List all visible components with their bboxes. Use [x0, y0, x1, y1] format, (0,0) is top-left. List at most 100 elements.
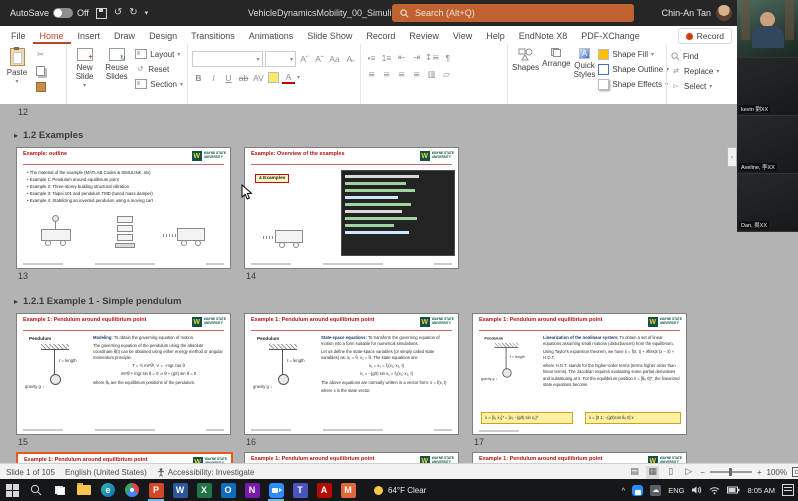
tab-home[interactable]: Home [33, 28, 71, 44]
slide-thumbnail-14[interactable]: Example: Overview of the examples W WAYN… [244, 147, 459, 269]
autosave-toggle[interactable]: AutoSave Off [10, 8, 89, 18]
save-icon[interactable] [96, 8, 107, 19]
align-center-icon[interactable]: ≡ [380, 68, 393, 81]
find-button[interactable]: Find [671, 50, 737, 62]
new-slide-button[interactable]: New Slide ▾ [71, 48, 98, 90]
font-color-dropdown-icon[interactable]: ▾ [297, 74, 300, 81]
text-highlight-icon[interactable] [267, 71, 280, 84]
excel-icon[interactable]: X [192, 479, 216, 501]
tab-pdf-xchange[interactable]: PDF-XChange [574, 28, 647, 44]
slide-thumbnail-19[interactable]: Example 1: Pendulum around equilibrium p… [244, 452, 459, 463]
decrease-font-size-icon[interactable]: Aˇ [313, 53, 326, 66]
start-button[interactable] [0, 479, 24, 501]
matlab-icon[interactable]: M [336, 479, 360, 501]
slide-thumbnail-13[interactable]: Example: outline W WAYNE STATEUNIVERSITY… [16, 147, 231, 269]
tab-record[interactable]: Record [359, 28, 402, 44]
taskbar-search-button[interactable] [24, 479, 48, 501]
layout-button[interactable]: Layout▾ [135, 48, 183, 60]
slide-thumbnail-17[interactable]: Example 1: Pendulum around equilibrium p… [472, 313, 687, 435]
columns-icon[interactable]: ▥ [425, 68, 438, 81]
replace-button[interactable]: ⇄ Replace▾ [671, 65, 737, 77]
select-button[interactable]: ▻ Select▾ [671, 80, 737, 92]
italic-icon[interactable]: I [207, 71, 220, 84]
section-collapse-icon[interactable]: ▸ [14, 131, 18, 140]
input-language[interactable]: ENG [668, 486, 684, 495]
file-explorer-icon[interactable] [72, 479, 96, 501]
slide-thumbnail-18[interactable]: Example 1: Pendulum around equilibrium p… [16, 452, 233, 463]
character-spacing-icon[interactable]: AV [252, 71, 265, 84]
increase-font-size-icon[interactable]: Aˆ [298, 53, 311, 66]
slideshow-view-button[interactable]: ▷ [682, 466, 695, 479]
tab-transitions[interactable]: Transitions [184, 28, 242, 44]
paste-button[interactable]: Paste ▾ [4, 48, 30, 93]
decrease-indent-icon[interactable]: ⇤ [395, 51, 408, 64]
tray-zoom-icon[interactable] [632, 485, 643, 496]
onenote-icon[interactable]: N [240, 479, 264, 501]
line-spacing-icon[interactable]: ↕≡ [425, 51, 439, 64]
teams-icon[interactable]: T [288, 479, 312, 501]
underline-icon[interactable]: U [222, 71, 235, 84]
action-center-icon[interactable] [782, 484, 794, 496]
format-painter-icon[interactable] [34, 80, 47, 93]
slide-thumbnail-16[interactable]: Example 1: Pendulum around equilibrium p… [244, 313, 459, 435]
tab-insert[interactable]: Insert [71, 28, 108, 44]
participant-tile[interactable]: kevin 劉XX [737, 58, 798, 116]
acrobat-icon[interactable]: A [312, 479, 336, 501]
increase-indent-icon[interactable]: ⇥ [410, 51, 423, 64]
network-icon[interactable] [709, 486, 720, 495]
font-color-icon[interactable]: A [282, 71, 295, 84]
arrange-button[interactable]: Arrange [542, 48, 570, 90]
text-direction-icon[interactable]: ¶ [441, 51, 454, 64]
tab-draw[interactable]: Draw [107, 28, 142, 44]
strikethrough-icon[interactable]: ab [237, 71, 250, 84]
shapes-button[interactable]: Shapes [512, 48, 539, 90]
fit-to-window-button[interactable] [792, 467, 798, 477]
zoom-slider[interactable] [710, 471, 752, 473]
tab-help[interactable]: Help [479, 28, 512, 44]
numbering-icon[interactable]: 1≡ [380, 51, 393, 64]
reuse-slides-button[interactable]: Reuse Slides [102, 48, 131, 90]
tab-design[interactable]: Design [142, 28, 184, 44]
bullets-icon[interactable]: •≡ [365, 51, 378, 64]
account-button[interactable]: Chin-An Tan [662, 0, 732, 26]
bold-icon[interactable]: B [192, 71, 205, 84]
tab-animations[interactable]: Animations [242, 28, 301, 44]
justify-icon[interactable]: ≡ [410, 68, 423, 81]
tab-slide-show[interactable]: Slide Show [300, 28, 359, 44]
align-left-icon[interactable]: ≡ [365, 68, 378, 81]
redo-icon[interactable]: ↻ [129, 8, 137, 18]
word-icon[interactable]: W [168, 479, 192, 501]
shape-effects-button[interactable]: Shape Effects▾ [598, 78, 669, 90]
section-header-examples[interactable]: ▸ 1.2 Examples [14, 130, 83, 141]
search-box[interactable]: Search (Alt+Q) [392, 4, 634, 22]
shape-fill-button[interactable]: Shape Fill▾ [598, 48, 669, 60]
tab-file[interactable]: File [4, 28, 33, 44]
outlook-icon[interactable]: O [216, 479, 240, 501]
volume-icon[interactable] [691, 485, 702, 495]
undo-icon[interactable]: ↺ [114, 8, 122, 18]
change-case-icon[interactable]: Aa [328, 53, 341, 66]
copy-icon[interactable] [34, 64, 47, 77]
meeting-panel-collapse-handle[interactable]: ‹ [727, 147, 737, 167]
font-name-combo[interactable]: ▾ [192, 51, 263, 67]
smartart-icon[interactable]: ▱ [440, 68, 453, 81]
weather-widget[interactable]: 64°F Clear [374, 486, 426, 495]
section-header-example1[interactable]: ▸ 1.2.1 Example 1 - Simple pendulum [14, 296, 181, 307]
participant-tile[interactable]: Dan, 吳XX [737, 174, 798, 232]
slide-thumbnail-20[interactable]: Example 1: Pendulum around equilibrium p… [472, 452, 687, 463]
battery-icon[interactable] [727, 486, 740, 494]
tab-view[interactable]: View [446, 28, 479, 44]
clock[interactable]: 8:05 AM [747, 486, 775, 495]
edge-icon[interactable]: e [96, 479, 120, 501]
normal-view-button[interactable]: ▤ [628, 466, 641, 479]
section-collapse-icon[interactable]: ▸ [14, 297, 18, 306]
powerpoint-icon[interactable]: P [144, 479, 168, 501]
task-view-button[interactable] [48, 479, 72, 501]
zoom-in-button[interactable]: + [757, 468, 762, 477]
zoom-app-icon[interactable] [264, 479, 288, 501]
participant-tile[interactable]: Aveline, 李XX [737, 116, 798, 174]
accessibility-status[interactable]: Accessibility: Investigate [157, 468, 255, 477]
tray-onedrive-icon[interactable]: ☁ [650, 485, 661, 496]
quick-styles-button[interactable]: A Quick Styles [574, 48, 596, 90]
reading-view-button[interactable]: ▯ [664, 466, 677, 479]
